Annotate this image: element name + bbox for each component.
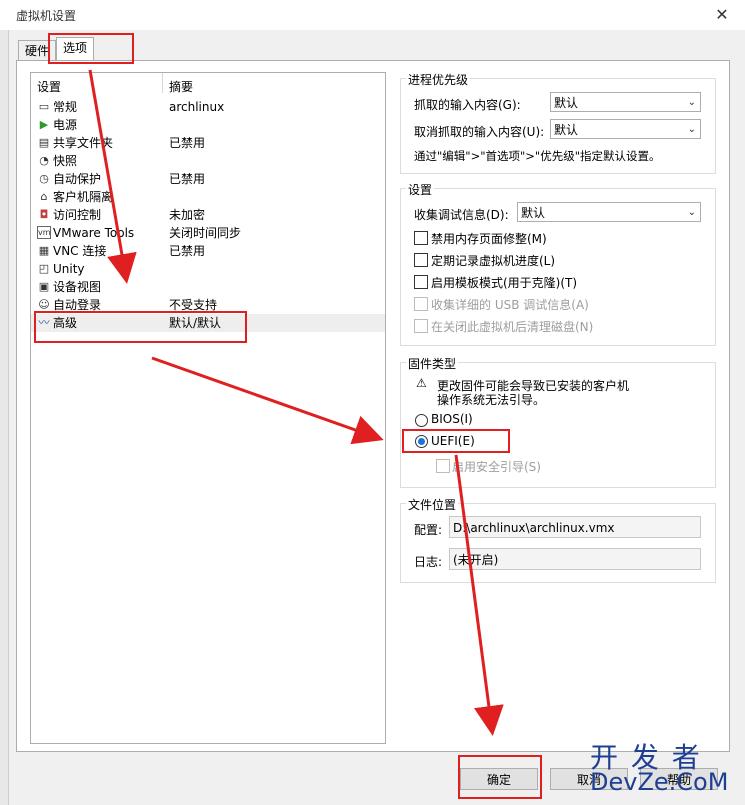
arrow-to-uefi [151, 356, 384, 445]
arrow-to-ok [454, 454, 504, 736]
arrow-to-advanced [88, 69, 137, 284]
annotation-arrows [88, 69, 504, 736]
watermark-line2: DevZe.CoM [590, 768, 729, 796]
settings-window: 虚拟机设置 ✕ 硬件 选项 设置 摘要 ▭ 常规 archlinux ▶ 电源 … [0, 0, 745, 805]
